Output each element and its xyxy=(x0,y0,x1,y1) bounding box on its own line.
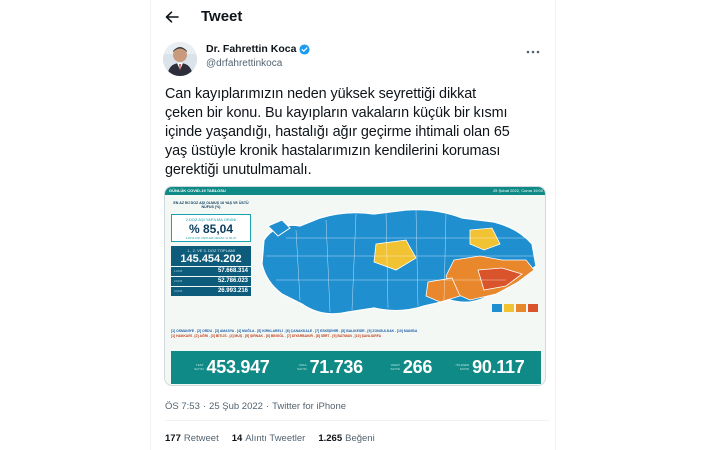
tweet-column: Tweet Dr. Fahrettin Koca @drfahrettinkoc… xyxy=(150,0,556,450)
tweet-line: yaş üstüyle kronik hastalarımızın kendil… xyxy=(165,143,501,159)
author-name[interactable]: Dr. Fahrettin Koca xyxy=(206,43,296,55)
dose2-value: % 85,04 xyxy=(188,221,234,236)
dose2-rate-box: 2.DOZ AŞI YAPILMA ORANI % 85,04 1.DOZ AŞ… xyxy=(171,213,251,242)
dose-row: 1.DOZ 57.668.314 xyxy=(171,266,251,276)
province-list-high: [1] HAKKARİ . [2] AĞRI . [3] BİTLİS . [4… xyxy=(171,334,382,338)
tweet-line: gerektiği unutulmamalı. xyxy=(165,162,312,178)
dose-value: 52.786.023 xyxy=(217,278,248,285)
tweet-line: Can kayıplarımızın neden yüksek seyretti… xyxy=(165,86,477,102)
tweet-timestamp: ÖS 7:53 · 25 Şub 2022 · Twitter for iPho… xyxy=(165,401,346,412)
tweet-source-link[interactable]: Twitter for iPhone xyxy=(272,401,346,412)
stat-value: 90.117 xyxy=(472,357,525,377)
quote-count: 14 xyxy=(231,433,243,444)
author-name-row[interactable]: Dr. Fahrettin Koca xyxy=(206,43,310,55)
verified-badge-icon xyxy=(299,43,310,55)
stat-label: İYİLEŞEN SAYISI xyxy=(455,362,470,371)
tweet-date[interactable]: 25 Şub 2022 xyxy=(209,401,263,412)
like-count: 1.265 xyxy=(318,433,343,444)
vaccination-heading: EN AZ İKİ DOZ AŞI OLMUŞ 18 YAŞ VE ÜSTÜ N… xyxy=(173,201,249,210)
retweet-count-link[interactable]: 177 Retweet xyxy=(165,433,219,444)
dose-label: 1.DOZ xyxy=(174,269,183,274)
infographic-title: GÜNLÜK COVID-19 TABLOSU xyxy=(169,188,226,193)
stat-value: 71.736 xyxy=(309,357,364,377)
total-doses-box: 1., 2. VE 3. DOZ TOPLAMI 145.454.202 xyxy=(171,245,251,266)
page-title: Tweet xyxy=(201,8,243,25)
stat-label: VAKA SAYISI xyxy=(297,362,307,371)
tweet-text: Can kayıplarımızın neden yüksek seyretti… xyxy=(165,85,550,180)
engagement-stats: 177 Retweet 14 Alıntı Tweetler 1.265 Beğeni xyxy=(165,433,375,444)
daily-stats-bar: TEST SAYISI 453.947 VAKA SAYISI 71.736 V… xyxy=(171,351,541,384)
tweet-time[interactable]: ÖS 7:53 xyxy=(165,401,200,412)
more-icon xyxy=(526,50,540,54)
like-count-link[interactable]: 1.265 Beğeni xyxy=(318,433,374,444)
like-label: Beğeni xyxy=(345,433,375,444)
more-options-button[interactable] xyxy=(525,46,541,58)
recovered-count: İYİLEŞEN SAYISI 90.117 xyxy=(453,357,525,378)
retweet-count: 177 xyxy=(165,433,181,444)
province-lists: [1] OSMANİYE . [2] ORDU . [3] AMASYA . [… xyxy=(171,329,541,339)
map-legend xyxy=(492,304,538,312)
author-block: Dr. Fahrettin Koca @drfahrettinkoca xyxy=(163,40,547,80)
total-doses-value: 145.454.202 xyxy=(180,252,242,265)
dose-label: 3.DOZ xyxy=(174,289,183,294)
back-button[interactable] xyxy=(161,7,183,27)
dose-label: 2.DOZ xyxy=(174,279,183,284)
stat-value: 453.947 xyxy=(206,357,270,377)
separator-dot: · xyxy=(202,401,207,412)
author-handle[interactable]: @drfahrettinkoca xyxy=(206,58,282,69)
quote-count-link[interactable]: 14 Alıntı Tweetler xyxy=(232,433,306,444)
stat-label: TEST SAYISI xyxy=(194,362,204,371)
total-doses-label: 1., 2. VE 3. DOZ TOPLAMI xyxy=(187,247,235,253)
dose-value: 57.668.314 xyxy=(217,268,248,275)
dose1-note: 1.DOZ AŞI YAPILMA ORANI: % 92,07 xyxy=(185,235,237,240)
separator-dot: · xyxy=(265,401,270,412)
turkey-risk-map xyxy=(261,209,538,315)
infographic-date: 25 Şubat 2022, Cuma 19:00 xyxy=(492,188,543,193)
vaccination-panel: EN AZ İKİ DOZ AŞI OLMUŞ 18 YAŞ VE ÜSTÜ N… xyxy=(171,201,251,296)
divider xyxy=(165,420,549,421)
stat-label: VEFAT SAYISI xyxy=(390,362,400,371)
stat-value: 266 xyxy=(402,357,433,377)
tweet-line: çeken bir konu. Bu kayıpların vakaların … xyxy=(165,105,508,121)
arrow-left-icon xyxy=(165,11,179,23)
dose2-label: 2.DOZ AŞI YAPILMA ORANI xyxy=(185,216,237,222)
test-count: TEST SAYISI 453.947 xyxy=(188,357,270,378)
dose-row: 3.DOZ 26.993.216 xyxy=(171,286,251,296)
tweet-media-image[interactable]: GÜNLÜK COVID-19 TABLOSU 25 Şubat 2022, C… xyxy=(164,186,546,386)
infographic-header: GÜNLÜK COVID-19 TABLOSU 25 Şubat 2022, C… xyxy=(165,187,545,195)
dose-row: 2.DOZ 52.786.023 xyxy=(171,276,251,286)
death-count: VEFAT SAYISI 266 xyxy=(384,357,432,378)
tweet-line: içinde yaşandığı, hastalığı ağır geçirme… xyxy=(165,124,510,140)
retweet-label: Retweet xyxy=(183,433,219,444)
tweet-header: Tweet xyxy=(151,0,557,34)
case-count: VAKA SAYISI 71.736 xyxy=(291,357,363,378)
dose-value: 26.993.216 xyxy=(217,288,248,295)
quote-label: Alıntı Tweetler xyxy=(245,433,306,444)
avatar[interactable] xyxy=(163,42,197,76)
